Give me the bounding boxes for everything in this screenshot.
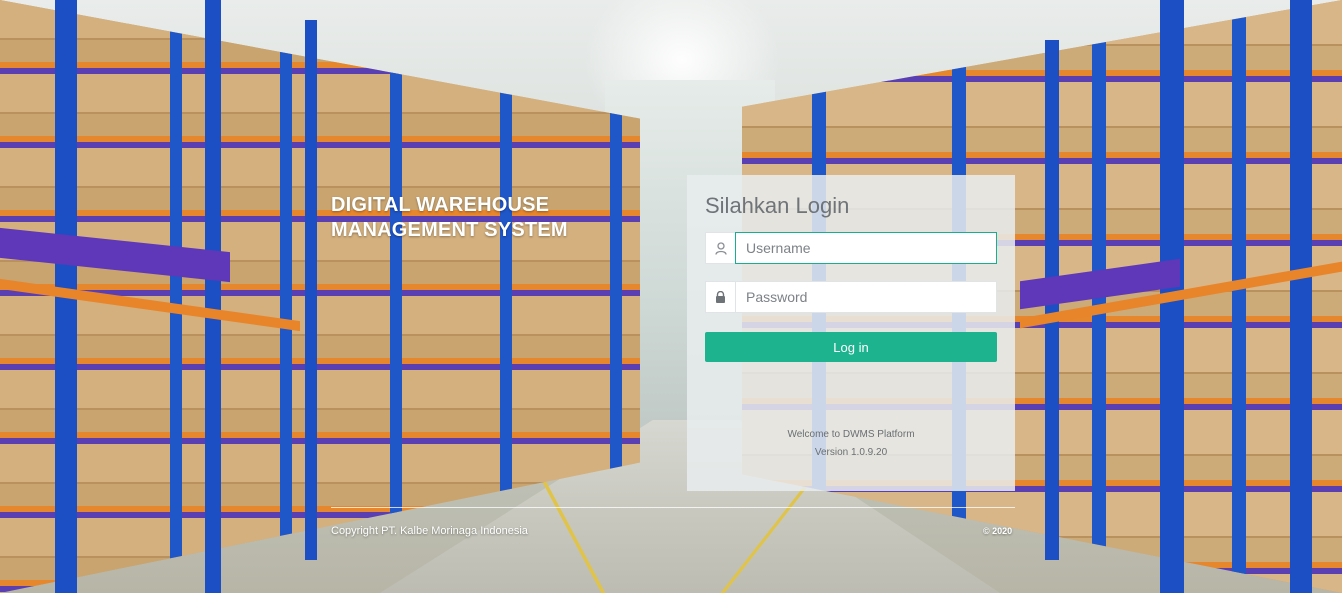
password-field [705,281,997,313]
footer-copyright: Copyright PT. Kalbe Morinaga Indonesia [331,525,528,537]
rack-pole [305,20,317,560]
brand-heading: DIGITAL WAREHOUSE MANAGEMENT SYSTEM [331,193,568,243]
login-title: Silahkan Login [705,193,850,218]
footer-divider [331,507,1015,508]
password-input[interactable] [735,281,997,313]
user-icon [705,232,735,264]
rack-pole [205,0,221,593]
warehouse-background-image [0,0,1342,593]
lock-icon [705,281,735,313]
brand-line-2: MANAGEMENT SYSTEM [331,219,568,241]
footer-year: © 2020 [983,526,1013,536]
brand-line-1: DIGITAL WAREHOUSE [331,194,550,216]
login-button[interactable]: Log in [705,332,997,362]
username-input[interactable] [735,232,997,264]
login-panel: Silahkan Login Log in Welcome to DWMS Pl… [687,175,1015,491]
welcome-text: Welcome to DWMS Platform [787,429,915,440]
username-field [705,232,997,264]
rack-pole [1290,0,1312,593]
version-text: Version 1.0.9.20 [814,447,888,458]
